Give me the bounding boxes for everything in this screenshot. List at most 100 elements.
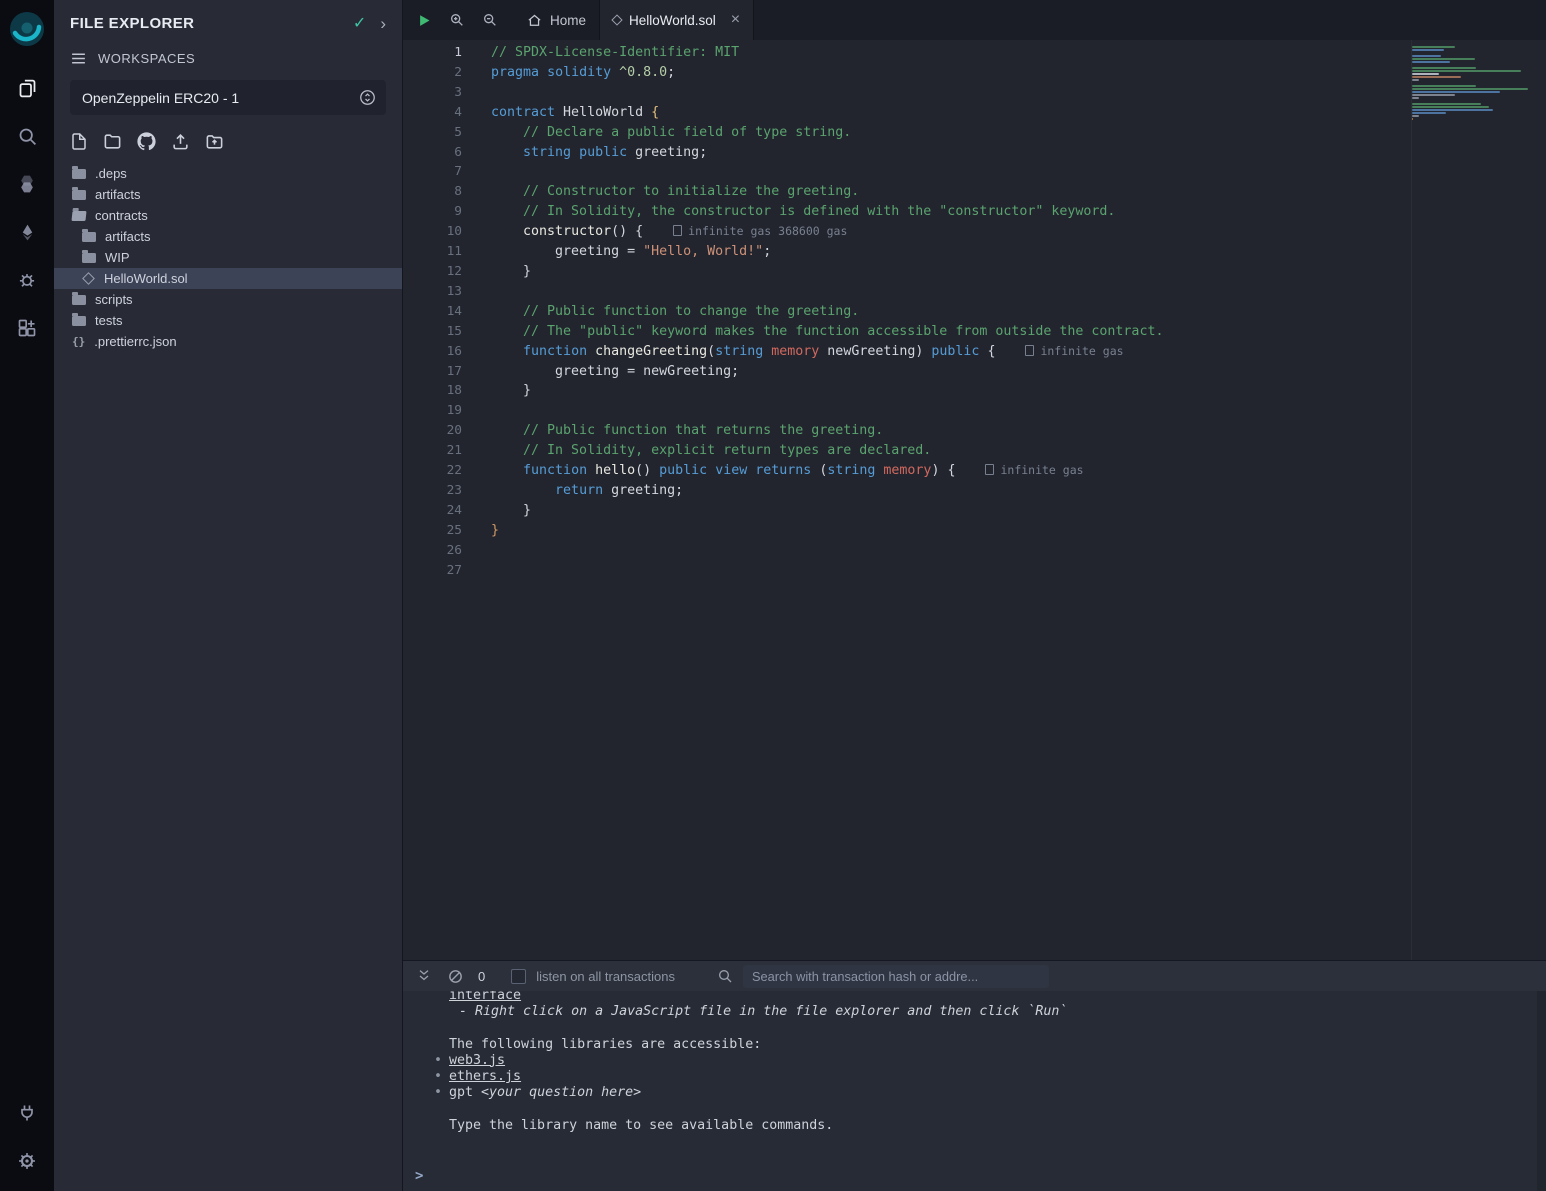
line-number: 6 [403, 143, 462, 163]
run-script-icon[interactable] [417, 13, 432, 28]
plugin-connector-icon[interactable] [0, 1089, 54, 1137]
code-line[interactable]: 23 return greeting; [403, 481, 1546, 501]
settings-gear-icon[interactable] [0, 1137, 54, 1185]
tree-item-contracts[interactable]: contracts [54, 205, 402, 226]
explorer-actions [54, 115, 402, 157]
code-line[interactable]: 21 // In Solidity, explicit return types… [403, 441, 1546, 461]
file-tree: .depsartifactscontractsartifactsWIPHello… [54, 163, 402, 352]
code-line[interactable]: 26 [403, 541, 1546, 561]
tab-helloworld-sol[interactable]: HelloWorld.sol × [600, 0, 754, 40]
zoom-out-icon[interactable] [482, 12, 498, 28]
line-number: 21 [403, 441, 462, 461]
line-number: 16 [403, 342, 462, 362]
tree-item--prettierrc-json[interactable]: {}.prettierrc.json [54, 331, 402, 352]
activity-bar [0, 0, 54, 1191]
upload-file-icon[interactable] [171, 132, 190, 151]
line-number: 11 [403, 242, 462, 262]
tree-item-wip[interactable]: WIP [54, 247, 402, 268]
code-line[interactable]: 11 greeting = "Hello, World!"; [403, 242, 1546, 262]
tree-item-scripts[interactable]: scripts [54, 289, 402, 310]
line-content: string public greeting; [462, 143, 707, 163]
code-line[interactable]: 14 // Public function to change the gree… [403, 302, 1546, 322]
code-line[interactable]: 18 } [403, 381, 1546, 401]
terminal-prompt[interactable]: > [403, 1161, 1546, 1191]
code-line[interactable]: 12 } [403, 262, 1546, 282]
code-line[interactable]: 24 } [403, 501, 1546, 521]
code-line[interactable]: 17 greeting = newGreeting; [403, 362, 1546, 382]
code-line[interactable]: 20 // Public function that returns the g… [403, 421, 1546, 441]
tree-item-helloworld-sol[interactable]: HelloWorld.sol [54, 268, 402, 289]
code-line[interactable]: 13 [403, 282, 1546, 302]
tab-home[interactable]: Home [514, 0, 600, 40]
code-line[interactable]: 3 [403, 83, 1546, 103]
code-line[interactable]: 25} [403, 521, 1546, 541]
terminal-line [449, 1020, 1532, 1036]
terminal-scrollbar[interactable] [1537, 991, 1546, 1191]
tree-item--deps[interactable]: .deps [54, 163, 402, 184]
clear-console-icon[interactable] [447, 968, 464, 985]
code-line[interactable]: 5 // Declare a public field of type stri… [403, 123, 1546, 143]
close-tab-icon[interactable]: × [731, 12, 740, 28]
tree-item-label: .deps [95, 166, 127, 181]
code-line[interactable]: 10 constructor() {infinite gas 368600 ga… [403, 222, 1546, 242]
minimap-line [1412, 109, 1493, 111]
code-line[interactable]: 22 function hello() public view returns … [403, 461, 1546, 481]
minimap-line [1412, 67, 1476, 69]
bullet-icon: • [434, 1053, 442, 1069]
terminal-line [449, 1101, 1532, 1117]
home-icon [527, 13, 542, 28]
tree-item-artifacts[interactable]: artifacts [54, 184, 402, 205]
plugin-manager-icon[interactable] [0, 304, 54, 352]
file-explorer-icon[interactable] [0, 64, 54, 112]
chevron-right-icon[interactable]: › [380, 15, 386, 32]
minimap-line [1412, 82, 1530, 84]
search-icon[interactable] [0, 112, 54, 160]
terminal-output[interactable]: interface- Right click on a JavaScript f… [403, 991, 1546, 1161]
remix-logo[interactable] [6, 8, 48, 50]
listen-checkbox[interactable] [511, 969, 526, 984]
code-line[interactable]: 8 // Constructor to initialize the greet… [403, 182, 1546, 202]
workspace-select[interactable]: OpenZeppelin ERC20 - 1 [70, 80, 386, 115]
line-content [462, 541, 491, 561]
code-line[interactable]: 16 function changeGreeting(string memory… [403, 342, 1546, 362]
code-line[interactable]: 27 [403, 561, 1546, 581]
github-clone-icon[interactable] [137, 132, 156, 151]
code-line[interactable]: 19 [403, 401, 1546, 421]
code-line[interactable]: 4contract HelloWorld { [403, 103, 1546, 123]
workspace-options-icon[interactable] [358, 88, 377, 107]
line-content: } [462, 521, 499, 541]
minimap-line [1412, 88, 1528, 90]
code-line[interactable]: 1// SPDX-License-Identifier: MIT [403, 43, 1546, 63]
zoom-in-icon[interactable] [449, 12, 465, 28]
code-line[interactable]: 6 string public greeting; [403, 143, 1546, 163]
terminal-link[interactable]: web3.js [449, 1053, 505, 1068]
workspace-selected-value: OpenZeppelin ERC20 - 1 [82, 90, 358, 106]
code-line[interactable]: 15 // The "public" keyword makes the fun… [403, 322, 1546, 342]
solidity-compiler-icon[interactable] [0, 160, 54, 208]
minimap[interactable] [1412, 46, 1530, 127]
line-number: 23 [403, 481, 462, 501]
code-line[interactable]: 7 [403, 162, 1546, 182]
main-area: Home HelloWorld.sol × 1// SPDX-License-I… [403, 0, 1546, 1191]
line-content: } [462, 381, 531, 401]
code-line[interactable]: 9 // In Solidity, the constructor is def… [403, 202, 1546, 222]
new-folder-icon[interactable] [103, 132, 122, 151]
bullet-icon: • [434, 1085, 442, 1101]
minimap-line [1412, 118, 1413, 120]
folder-icon [72, 316, 86, 326]
new-file-icon[interactable] [70, 132, 88, 151]
tree-item-tests[interactable]: tests [54, 310, 402, 331]
upload-folder-icon[interactable] [205, 132, 224, 151]
deploy-run-icon[interactable] [0, 208, 54, 256]
code-editor[interactable]: 1// SPDX-License-Identifier: MIT2pragma … [403, 40, 1546, 960]
terminal-search-input[interactable] [743, 965, 1049, 988]
terminal-line: interface [449, 991, 1532, 1004]
folder-icon [72, 190, 86, 200]
terminal-link[interactable]: ethers.js [449, 1069, 521, 1084]
tree-item-artifacts[interactable]: artifacts [54, 226, 402, 247]
gas-estimate-annotation: infinite gas [985, 463, 1083, 477]
collapse-terminal-icon[interactable] [416, 968, 432, 984]
debugger-icon[interactable] [0, 256, 54, 304]
hamburger-menu-icon[interactable] [70, 50, 87, 67]
code-line[interactable]: 2pragma solidity ^0.8.0; [403, 63, 1546, 83]
